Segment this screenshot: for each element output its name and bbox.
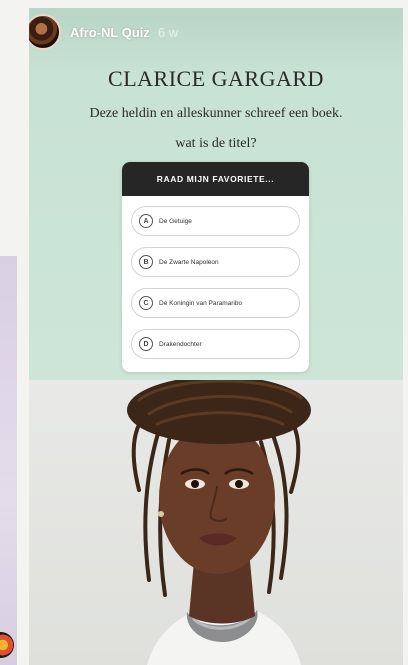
portrait-photo	[127, 380, 311, 665]
account-avatar[interactable]	[29, 14, 61, 50]
quiz-option-d[interactable]: D Drakendochter	[131, 329, 300, 359]
quiz-header: RAAD MIJN FAVORIETE...	[122, 162, 309, 196]
option-label: De Zwarte Napoleon	[159, 258, 219, 266]
previous-story-edge[interactable]	[0, 256, 17, 665]
quiz-option-b[interactable]: B De Zwarte Napoleon	[131, 247, 300, 277]
post-age: 6 w	[157, 24, 179, 40]
story-title: CLARICE GARGARD	[108, 66, 324, 91]
option-label: De Koningin van Paramaribo	[159, 299, 243, 307]
account-name[interactable]: Afro-NL Quiz	[70, 25, 150, 40]
option-letter-icon: A	[139, 214, 153, 228]
option-letter-icon: B	[139, 255, 153, 269]
story-question: wat is de titel?	[175, 136, 257, 151]
option-label: Drakendochter	[159, 340, 202, 348]
quiz-option-a[interactable]: A De Getuige	[131, 206, 300, 236]
story-header: Afro-NL Quiz 6 w	[29, 12, 178, 52]
story-subtitle: Deze heldin en alleskunner schreef een b…	[89, 106, 343, 121]
story-viewer[interactable]: Afro-NL Quiz 6 w CLARICE GARGARD Deze he…	[29, 8, 403, 665]
quiz-option-c[interactable]: C De Koningin van Paramaribo	[131, 288, 300, 318]
option-label: De Getuige	[159, 217, 192, 225]
quiz-options: A De Getuige B De Zwarte Napoleon C De K…	[122, 196, 309, 359]
quiz-sticker: RAAD MIJN FAVORIETE... A De Getuige B De…	[122, 162, 309, 372]
option-letter-icon: D	[139, 337, 153, 351]
option-letter-icon: C	[139, 296, 153, 310]
